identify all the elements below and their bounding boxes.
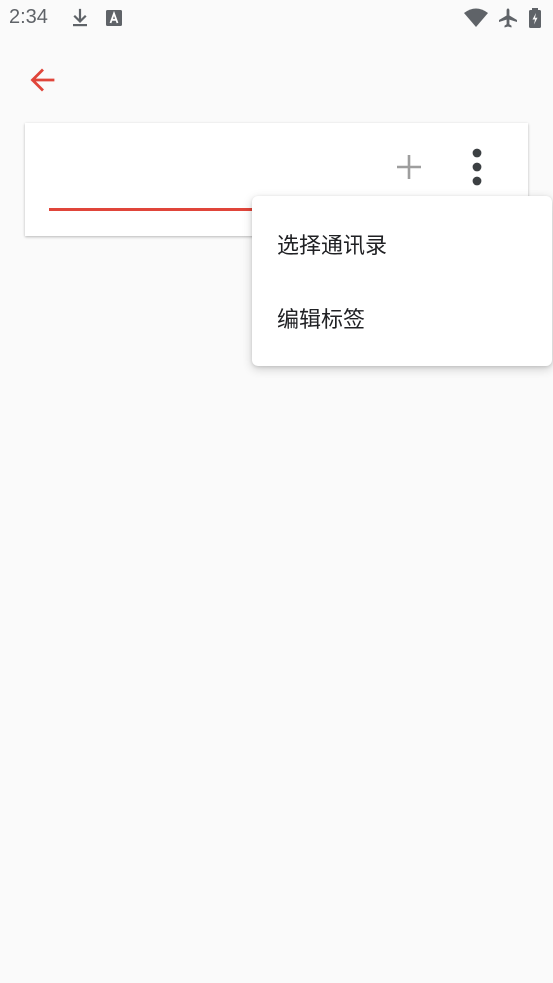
menu-item-select-contacts[interactable]: 选择通讯录 [252,208,552,280]
overflow-menu: 选择通讯录 编辑标签 [252,196,552,366]
battery-charging-icon [529,8,541,28]
more-vertical-icon [472,148,482,186]
status-bar: 2:34 [0,0,553,38]
arrow-left-icon [30,68,55,92]
text-a-icon [106,10,122,26]
menu-item-label: 编辑标签 [277,308,366,333]
menu-item-edit-label[interactable]: 编辑标签 [252,282,552,354]
status-time: 2:34 [9,6,48,28]
more-options-button[interactable] [455,145,499,189]
wifi-icon [464,8,488,27]
menu-item-label: 选择通讯录 [277,234,388,259]
plus-icon [397,155,421,179]
airplane-icon [499,8,517,28]
label-name-input-underline[interactable] [49,208,279,211]
add-button[interactable] [387,145,431,189]
back-button[interactable] [20,58,64,102]
download-icon [73,8,87,27]
